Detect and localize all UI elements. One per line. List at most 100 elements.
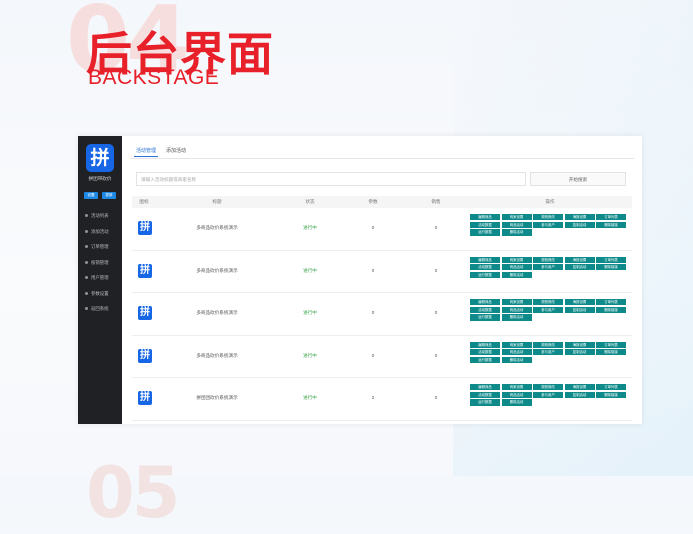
action-button[interactable]: 规则修改: [533, 256, 563, 263]
column-header-params: 参数: [368, 199, 378, 204]
search-input[interactable]: 请输入活动标题或商家名称: [136, 172, 526, 186]
sidebar-item-orders[interactable]: 订单管理: [78, 239, 122, 255]
action-button[interactable]: 商家设置: [501, 384, 532, 391]
activity-thumbnail-icon: 拼: [138, 391, 152, 405]
sidebar-item-add-activity[interactable]: 添加活动: [78, 224, 122, 240]
action-button[interactable]: 运行数据: [470, 356, 500, 364]
tab-activity-manage[interactable]: 活动管理: [133, 147, 159, 157]
bullet-icon: [85, 245, 88, 248]
action-button[interactable]: 活动数据: [470, 306, 500, 313]
table-row: 拼 多商品砍价系统演示 进行中 0 0 编辑商品 商家设置 规则修改 海报设置 订单列表 活动数据商…: [132, 208, 632, 251]
tab-bar: 活动管理 添加活动: [130, 144, 634, 159]
action-button[interactable]: 编辑商品: [470, 299, 500, 306]
row-sales: 0: [434, 225, 438, 230]
action-button[interactable]: 运行数据: [470, 314, 500, 321]
action-button[interactable]: 运行数据: [470, 271, 500, 279]
bullet-icon: [85, 229, 88, 233]
column-header-title: 标题: [212, 199, 222, 204]
action-button[interactable]: 商家设置: [501, 256, 532, 263]
action-button[interactable]: 删除链接: [596, 349, 626, 356]
action-button[interactable]: 商家设置: [501, 214, 532, 221]
action-button[interactable]: 复制活动: [564, 221, 595, 228]
action-button[interactable]: 规则修改: [533, 299, 563, 306]
status-badge: 进行中: [303, 352, 317, 358]
action-button[interactable]: 删除链接: [596, 391, 626, 398]
action-button[interactable]: 活动数据: [470, 264, 500, 271]
search-button[interactable]: 开始搜索: [530, 172, 626, 186]
brand-name: 拼团带砍价: [88, 176, 112, 181]
action-button[interactable]: 运行数据: [470, 399, 500, 406]
action-button[interactable]: 复制活动: [564, 349, 595, 356]
action-button[interactable]: 编辑商品: [470, 256, 500, 263]
action-button[interactable]: 编辑商品: [470, 384, 500, 391]
action-button[interactable]: 运行数据: [470, 229, 500, 236]
action-button[interactable]: 海报设置: [564, 299, 595, 306]
action-button[interactable]: 活动数据: [470, 221, 500, 228]
action-button[interactable]: 参与用户: [533, 221, 563, 228]
action-button[interactable]: 编辑商品: [470, 341, 500, 348]
activity-table: 拼多商品砍价系统演示 进行中 0 0 编辑商品 商家设置 规则修改 海报设置 订单列表 活动数据商…: [132, 208, 632, 421]
action-button[interactable]: 参与用户: [533, 349, 563, 356]
table-header: 图标 标题 状态 参数 销售 操作: [132, 196, 632, 208]
action-button[interactable]: 编辑商品: [470, 214, 500, 221]
action-button[interactable]: 删除链接: [596, 264, 626, 271]
action-button[interactable]: 订单列表: [596, 341, 626, 348]
action-button[interactable]: 复制活动: [564, 391, 595, 398]
action-button[interactable]: 删除链接: [596, 221, 626, 228]
action-button[interactable]: 订单列表: [596, 256, 626, 263]
action-button[interactable]: 删除活动: [501, 399, 532, 406]
action-button[interactable]: 海报设置: [564, 214, 595, 221]
row-title: 多商品砍价系统演示: [196, 310, 238, 315]
action-button[interactable]: 删除活动: [501, 229, 532, 236]
sidebar-item-settings[interactable]: 参数设置: [78, 286, 122, 302]
action-button[interactable]: 商品活动: [501, 264, 532, 271]
action-button[interactable]: 商品活动: [501, 221, 532, 228]
action-button[interactable]: 海报设置: [564, 384, 595, 391]
column-header-icon: 图标: [139, 199, 149, 204]
action-button[interactable]: 删除活动: [501, 356, 532, 364]
sidebar: 拼 拼团带砍价 设置 更新 活动列表 添加活动 订单管理 核销管理 用户管理 参…: [78, 136, 122, 424]
column-header-sales: 销售: [431, 199, 441, 204]
action-button[interactable]: 商品活动: [501, 349, 532, 356]
action-button[interactable]: 复制活动: [564, 264, 595, 271]
sidebar-item-verification[interactable]: 核销管理: [78, 255, 122, 271]
action-button[interactable]: 订单列表: [596, 299, 626, 306]
action-button[interactable]: 参与用户: [533, 391, 563, 398]
action-button[interactable]: 商家设置: [501, 341, 532, 348]
action-button[interactable]: 商家设置: [501, 299, 532, 306]
action-button[interactable]: 规则修改: [533, 341, 563, 348]
sidebar-item-back[interactable]: 返回系统: [78, 301, 122, 317]
action-button[interactable]: 商品活动: [501, 306, 532, 313]
action-button[interactable]: 活动数据: [470, 349, 500, 356]
table-row: 拼 多商品砍价系统演示 进行中 0 0 编辑商品 商家设置 规则修改 海报设置 订单列表 活动数据商…: [132, 251, 632, 293]
row-title: 多商品砍价系统演示: [196, 352, 238, 358]
update-button[interactable]: 更新: [102, 192, 116, 199]
action-button[interactable]: 删除链接: [596, 306, 626, 313]
action-button[interactable]: 参与用户: [533, 264, 563, 271]
action-button[interactable]: 海报设置: [564, 341, 595, 348]
action-button[interactable]: 删除活动: [501, 314, 532, 321]
action-button[interactable]: 参与用户: [533, 306, 563, 313]
action-button[interactable]: 订单列表: [596, 214, 626, 221]
sidebar-item-users[interactable]: 用户管理: [78, 270, 122, 286]
action-button[interactable]: 商品活动: [501, 391, 532, 398]
row-sales: 0: [434, 352, 438, 358]
row-params: 0: [371, 267, 375, 273]
settings-button[interactable]: 设置: [84, 192, 98, 199]
section-subtitle: BACKSTAGE: [88, 66, 220, 89]
admin-screenshot: 拼 拼团带砍价 设置 更新 活动列表 添加活动 订单管理 核销管理 用户管理 参…: [78, 136, 642, 424]
activity-thumbnail-icon: 拼: [138, 263, 152, 278]
bullet-icon: [85, 260, 88, 264]
action-button[interactable]: 规则修改: [533, 384, 563, 391]
action-button[interactable]: 活动数据: [470, 391, 500, 398]
action-button[interactable]: 订单列表: [596, 384, 626, 391]
tab-add-activity[interactable]: 添加活动: [166, 147, 186, 154]
action-button[interactable]: 海报设置: [564, 256, 595, 263]
row-params: 0: [371, 352, 375, 358]
row-sales: 0: [434, 267, 438, 273]
row-title: 多商品砍价系统演示: [196, 225, 238, 230]
action-button[interactable]: 规则修改: [533, 214, 563, 221]
action-button[interactable]: 删除活动: [501, 271, 532, 279]
sidebar-item-activity-list[interactable]: 活动列表: [78, 208, 122, 224]
action-button[interactable]: 复制活动: [564, 306, 595, 313]
